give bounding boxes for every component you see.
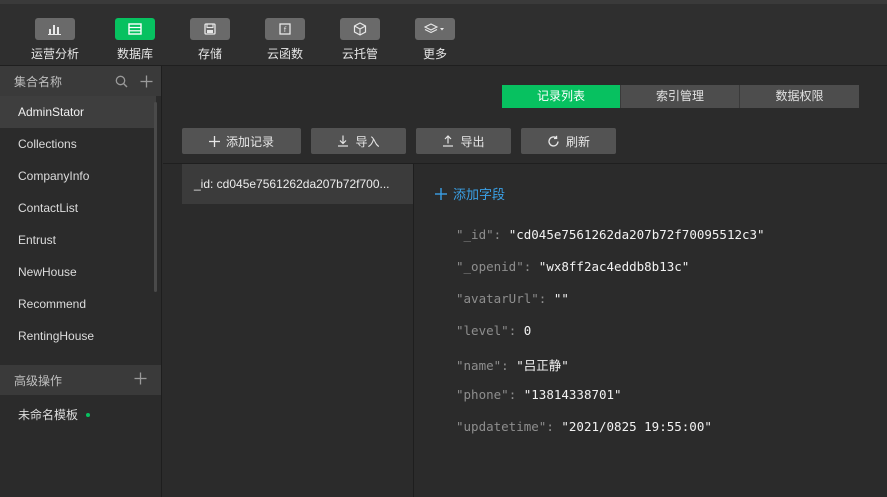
toolbar-label: 数据库 [116,47,153,61]
field-value: 0 [523,323,532,338]
template-item[interactable]: 未命名模板 [18,406,91,423]
main-panel: 记录列表 索引管理 数据权限 添加记录 导入 导出 刷新 _id: cd045e… [163,66,887,497]
advanced-header: 高级操作 [0,365,161,395]
field-row[interactable]: "updatetime": "2021/0825 19:55:00" [456,419,712,434]
toolbar-label: 云托管 [341,47,378,61]
add-collection-icon[interactable] [140,75,153,88]
field-key: "_openid" [456,259,524,274]
field-value: "2021/0825 19:55:00" [561,419,712,434]
field-key: "level" [456,323,509,338]
status-dot-icon [86,412,91,417]
bar-chart-icon [35,18,75,40]
layers-icon [415,18,455,40]
plus-icon [208,135,220,147]
collections-header-title: 集合名称 [14,74,63,89]
import-icon [338,135,349,147]
field-row[interactable]: "name": "吕正静" [456,355,569,374]
toolbar-label: 更多 [422,47,447,61]
field-value: "13814338701" [523,387,622,402]
add-record-button[interactable]: 添加记录 [182,128,301,154]
search-icon[interactable] [115,75,128,88]
add-field-button[interactable]: 添加字段 [435,184,505,203]
database-icon [115,18,155,40]
collection-item[interactable]: RentingHouse [0,320,156,352]
record-detail: 添加字段 "_id": "cd045e7561262da207b72f70095… [415,164,887,497]
export-button[interactable]: 导出 [416,128,511,154]
field-row[interactable]: "_openid": "wx8ff2ac4eddb8b13c" [456,259,689,274]
tab-data-permissions[interactable]: 数据权限 [740,85,859,108]
tab-index-management[interactable]: 索引管理 [621,85,740,108]
plus-icon [435,187,447,200]
advanced-header-title: 高级操作 [14,373,63,388]
svg-text:f: f [284,26,287,34]
collection-item[interactable]: Entrust [0,224,156,256]
export-label: 导出 [460,134,485,149]
toolbar-label: 云函数 [266,47,303,61]
field-row[interactable]: "level": 0 [456,323,531,338]
field-key: "name" [456,358,502,373]
toolbar-item-database[interactable]: 数据库 [105,18,165,62]
import-button[interactable]: 导入 [311,128,406,154]
collection-item[interactable]: ContactList [0,192,156,224]
top-toolbar: 运营分析 数据库 存储 f 云函数 云托管 更多 [0,0,887,66]
collection-item[interactable]: Recommend [0,288,156,320]
sidebar: 集合名称 AdminStator Collections CompanyInfo… [0,66,162,497]
toolbar-label: 存储 [197,47,222,61]
tab-record-list[interactable]: 记录列表 [502,85,621,108]
record-list: _id: cd045e7561262da207b72f700... [182,164,414,497]
add-field-label: 添加字段 [453,188,506,203]
toolbar-top-strip [0,0,887,4]
view-tabs: 记录列表 索引管理 数据权限 [502,85,859,108]
field-row[interactable]: "phone": "13814338701" [456,387,622,402]
add-record-label: 添加记录 [225,134,274,149]
field-key: "avatarUrl" [456,291,539,306]
collection-item[interactable]: CompanyInfo [0,160,156,192]
toolbar-item-storage[interactable]: 存储 [180,18,240,62]
field-key: "phone" [456,387,509,402]
refresh-button[interactable]: 刷新 [521,128,616,154]
field-value: "吕正静" [516,358,569,373]
add-template-icon[interactable] [134,372,147,388]
collection-item[interactable]: AdminStator [0,96,156,128]
field-key: "_id" [456,227,494,242]
toolbar-item-cloud-hosting[interactable]: 云托管 [330,18,390,62]
refresh-icon [548,135,559,147]
refresh-label: 刷新 [565,134,590,149]
toolbar-label: 运营分析 [30,47,79,61]
collection-item[interactable]: NewHouse [0,256,156,288]
field-row[interactable]: "avatarUrl": "" [456,291,569,306]
storage-icon [190,18,230,40]
toolbar-item-analytics[interactable]: 运营分析 [25,18,85,62]
collection-list: AdminStator Collections CompanyInfo Cont… [0,96,161,358]
field-key: "updatetime" [456,419,547,434]
field-value: "" [553,291,569,306]
import-label: 导入 [355,134,380,149]
collection-item[interactable]: Collections [0,128,156,160]
toolbar-item-more[interactable]: 更多 [405,18,465,62]
record-item[interactable]: _id: cd045e7561262da207b72f700... [182,164,413,204]
record-actions: 添加记录 导入 导出 刷新 [182,128,626,154]
template-label: 未命名模板 [18,408,79,422]
field-value: "wx8ff2ac4eddb8b13c" [538,259,690,274]
export-icon [443,135,454,147]
collections-header: 集合名称 [0,66,161,96]
cloud-function-icon: f [265,18,305,40]
field-row[interactable]: "_id": "cd045e7561262da207b72f70095512c3… [456,227,765,242]
collection-scrollbar[interactable] [154,102,157,292]
toolbar-item-cloud-function[interactable]: f 云函数 [255,18,315,62]
cloud-hosting-icon [340,18,380,40]
field-value: "cd045e7561262da207b72f70095512c3" [508,227,765,242]
